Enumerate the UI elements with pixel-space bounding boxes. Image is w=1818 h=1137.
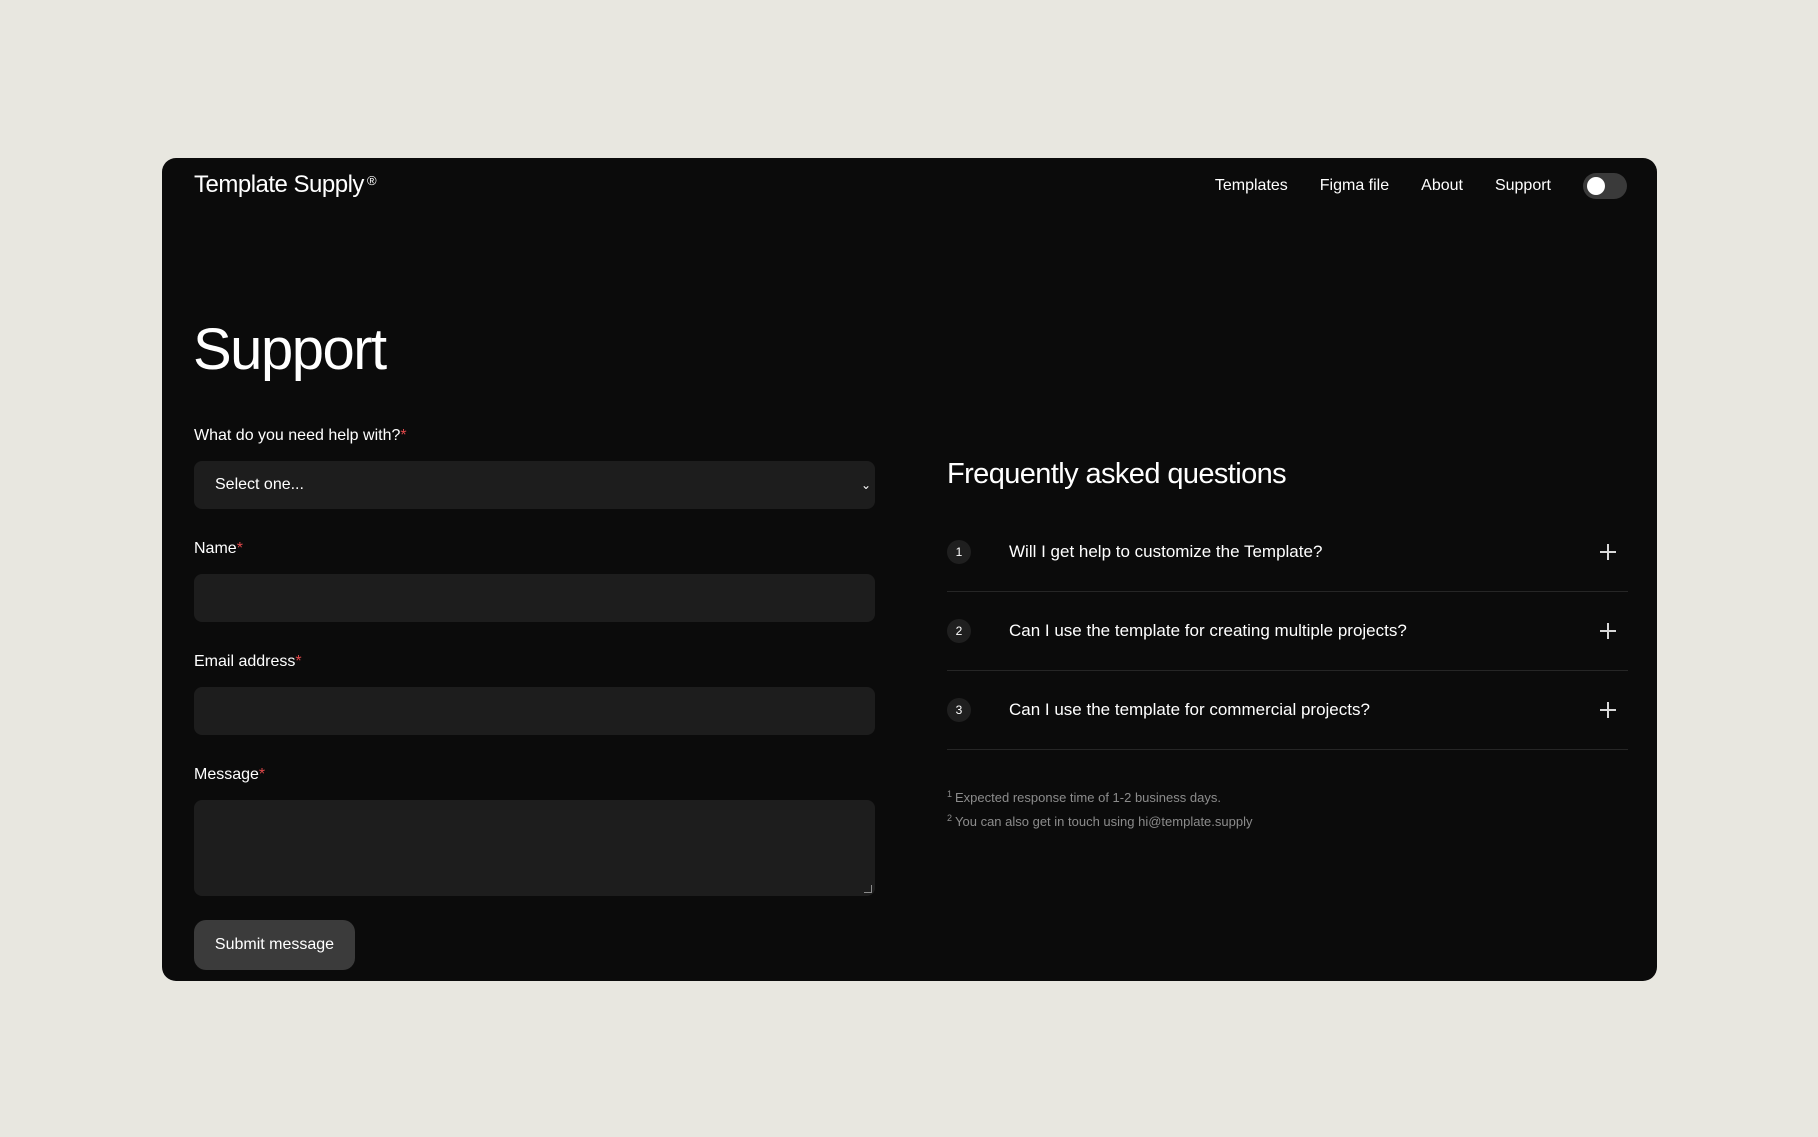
footnotes: 1 Expected response time of 1-2 business …	[947, 784, 1628, 832]
email-label: Email address*	[194, 653, 302, 670]
faq-title: Frequently asked questions	[947, 458, 1287, 490]
faq-item[interactable]: 1 Will I get help to customize the Templ…	[947, 513, 1628, 592]
footnote-text: You can also get in touch using hi@templ…	[955, 814, 1253, 829]
nav-item-templates[interactable]: Templates	[1215, 177, 1288, 195]
required-mark: *	[236, 540, 243, 557]
toggle-knob	[1587, 177, 1605, 195]
chevron-down-icon: ⌄	[860, 478, 871, 492]
topic-field: What do you need help with?* Select one.…	[194, 426, 875, 509]
footnote-marker: 2	[947, 813, 953, 823]
message-field: Message*	[194, 765, 875, 896]
resize-handle-icon[interactable]	[864, 885, 872, 893]
topic-select[interactable]: Select one... ⌄	[194, 461, 875, 509]
required-mark: *	[400, 427, 407, 444]
message-textarea[interactable]	[194, 800, 875, 896]
faq-number-badge: 1	[947, 540, 971, 564]
faq-question: Will I get help to customize the Templat…	[1009, 542, 1323, 561]
faq-question: Can I use the template for creating mult…	[1009, 621, 1407, 640]
topic-label: What do you need help with?*	[194, 427, 407, 444]
message-label: Message*	[194, 766, 266, 783]
footnote: 2 You can also get in touch using hi@temp…	[947, 808, 1628, 832]
email-input[interactable]	[194, 687, 875, 735]
faq-list: 1 Will I get help to customize the Templ…	[947, 513, 1628, 750]
faq-number-badge: 3	[947, 698, 971, 722]
brand-logo[interactable]: Template Supply ®	[194, 171, 377, 199]
nav-item-figma-file[interactable]: Figma file	[1320, 177, 1389, 195]
brand-name: Template Supply	[194, 171, 364, 198]
name-input[interactable]	[194, 574, 875, 622]
faq-question: Can I use the template for commercial pr…	[1009, 700, 1370, 719]
registered-mark: ®	[366, 173, 377, 188]
theme-toggle[interactable]	[1583, 173, 1627, 199]
page-title: Support	[193, 317, 387, 382]
footnote-marker: 1	[947, 789, 953, 799]
faq-number-badge: 2	[947, 619, 971, 643]
faq-item[interactable]: 3 Can I use the template for commercial …	[947, 671, 1628, 750]
top-nav: Templates Figma file About Support	[1215, 173, 1627, 199]
topic-select-value: Select one...	[215, 476, 304, 493]
email-field: Email address*	[194, 652, 875, 735]
nav-item-support[interactable]: Support	[1495, 177, 1551, 195]
app-window: Template Supply ® Templates Figma file A…	[162, 158, 1657, 981]
plus-icon[interactable]	[1600, 544, 1616, 560]
faq-item[interactable]: 2 Can I use the template for creating mu…	[947, 592, 1628, 671]
required-mark: *	[295, 653, 302, 670]
submit-button[interactable]: Submit message	[194, 920, 355, 970]
required-mark: *	[258, 766, 266, 783]
name-field: Name*	[194, 539, 875, 622]
plus-icon[interactable]	[1600, 623, 1616, 639]
plus-icon[interactable]	[1600, 702, 1616, 718]
nav-item-about[interactable]: About	[1421, 177, 1463, 195]
footnote-text: Expected response time of 1-2 business d…	[955, 790, 1221, 805]
footnote: 1 Expected response time of 1-2 business …	[947, 784, 1628, 808]
name-label: Name*	[194, 540, 243, 557]
support-form: What do you need help with?* Select one.…	[194, 426, 875, 970]
faq-section: Frequently asked questions 1 Will I get …	[947, 458, 1628, 832]
